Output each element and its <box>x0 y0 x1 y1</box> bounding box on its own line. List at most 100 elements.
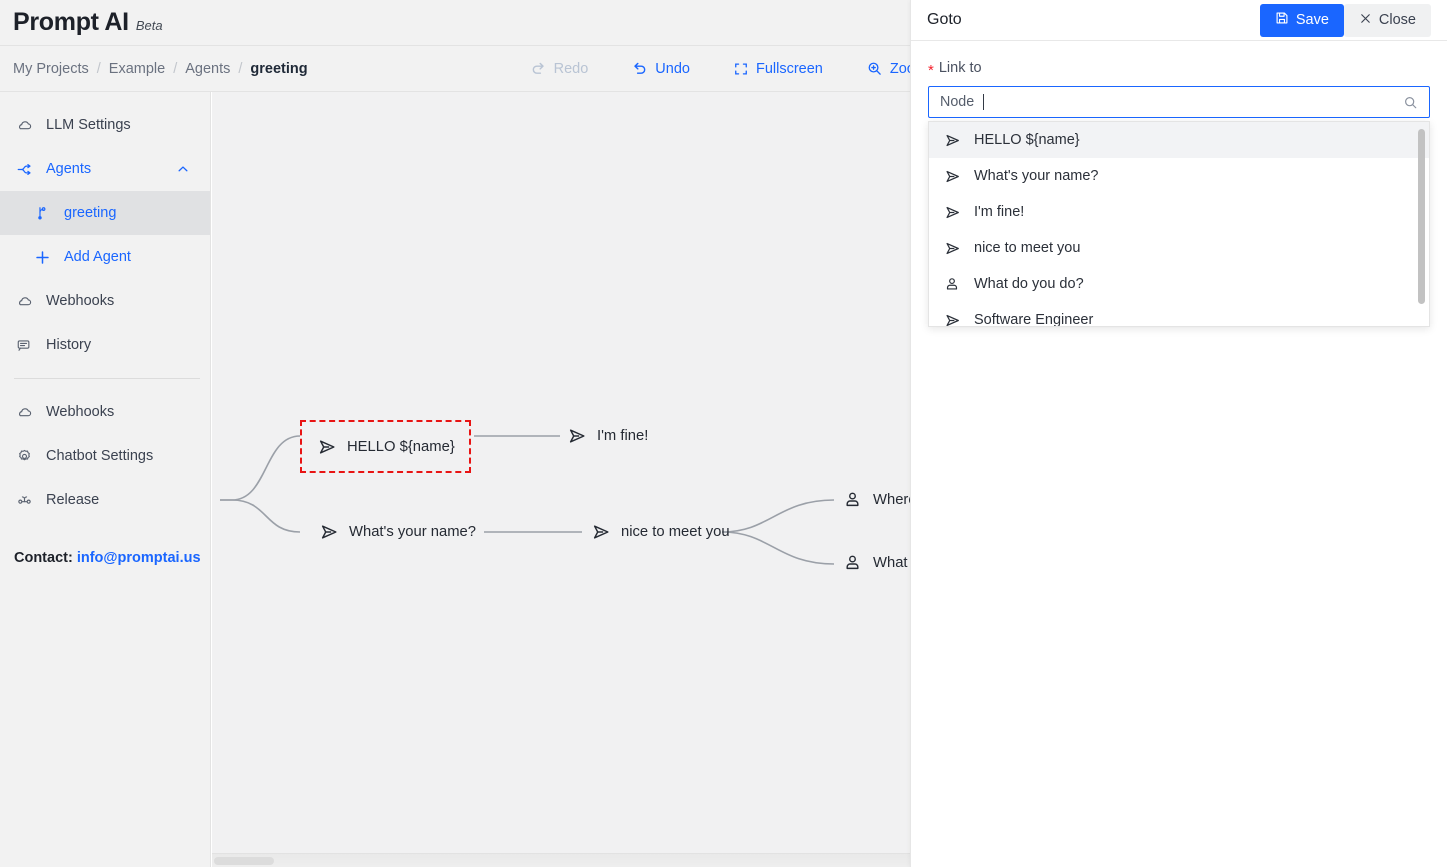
canvas-scrollbar-thumb[interactable] <box>214 857 274 865</box>
flow-node-label: nice to meet you <box>621 523 730 540</box>
user-node-icon <box>842 552 863 573</box>
dropdown-option-label: HELLO ${name} <box>974 132 1080 148</box>
node-options-dropdown[interactable]: HELLO ${name} What's your name? I'm fine… <box>928 121 1430 327</box>
sidebar-item-llm-settings[interactable]: LLM Settings <box>0 103 210 147</box>
sidebar-item-label: Chatbot Settings <box>46 448 154 464</box>
link-to-label: * Link to <box>928 60 1430 79</box>
dropdown-option-nice-to-meet-you[interactable]: nice to meet you <box>929 230 1429 266</box>
node-search-input[interactable]: Node <box>928 86 1430 118</box>
beta-badge: Beta <box>135 18 163 33</box>
send-node-icon <box>943 239 961 257</box>
breadcrumb-item-agents[interactable]: Agents <box>185 61 230 77</box>
save-label: Save <box>1295 12 1329 28</box>
sidebar-item-greeting[interactable]: greeting <box>0 191 210 235</box>
sidebar-item-add-agent[interactable]: Add Agent <box>0 235 210 279</box>
dropdown-option-hello[interactable]: HELLO ${name} <box>929 122 1429 158</box>
search-icon[interactable] <box>1403 95 1418 110</box>
breadcrumb-separator: / <box>238 60 243 77</box>
sidebar-item-label: LLM Settings <box>46 117 131 133</box>
breadcrumb-separator: / <box>173 60 178 77</box>
branch-icon <box>34 205 51 222</box>
sidebar-item-label: Add Agent <box>64 249 131 265</box>
breadcrumb: My Projects / Example / Agents / greetin… <box>0 61 308 77</box>
history-chat-icon <box>16 337 33 354</box>
flow-node-label: HELLO ${name} <box>347 438 455 455</box>
dropdown-scrollbar[interactable] <box>1418 125 1427 325</box>
redo-button[interactable]: Redo <box>531 61 588 77</box>
goto-panel-header: Goto Save Close <box>911 0 1447 41</box>
cloud-icon <box>16 404 33 421</box>
undo-button[interactable]: Undo <box>632 61 690 77</box>
sidebar-item-webhooks[interactable]: Webhooks <box>0 279 210 323</box>
zoom-in-icon <box>867 61 882 76</box>
dropdown-option-label: What's your name? <box>974 168 1099 184</box>
dropdown-option-label: nice to meet you <box>974 240 1081 256</box>
save-button[interactable]: Save <box>1259 3 1344 37</box>
flow-node-im-fine[interactable]: I'm fine! <box>564 422 650 449</box>
sidebar-item-history[interactable]: History <box>0 323 210 367</box>
flow-node-label: What <box>873 554 908 571</box>
user-node-icon <box>943 275 961 293</box>
send-node-icon <box>943 131 961 149</box>
chevron-up-icon[interactable] <box>176 162 190 176</box>
fullscreen-icon <box>734 62 748 76</box>
breadcrumb-item-greeting[interactable]: greeting <box>250 61 307 77</box>
sidebar-item-label: Webhooks <box>46 293 115 309</box>
goto-panel-title: Goto <box>927 11 962 28</box>
undo-icon <box>632 61 647 76</box>
flow-node-what[interactable]: What <box>840 549 910 576</box>
goto-panel-actions: Save Close <box>1259 3 1431 37</box>
breadcrumb-separator: / <box>96 60 101 77</box>
sidebar-item-webhooks-2[interactable]: Webhooks <box>0 390 210 434</box>
agents-fork-icon <box>16 161 33 178</box>
dropdown-option-label: What do you do? <box>974 276 1084 292</box>
breadcrumb-item-example[interactable]: Example <box>109 61 165 77</box>
flow-node-label: What's your name? <box>349 523 477 540</box>
close-x-icon <box>1359 12 1372 29</box>
sidebar-item-label: Release <box>46 492 100 508</box>
canvas-toolbar: Redo Undo Fullscreen Zoom <box>531 61 927 77</box>
fullscreen-button[interactable]: Fullscreen <box>734 61 823 77</box>
required-asterisk: * <box>928 61 934 79</box>
dropdown-option-what-do-you-do[interactable]: What do you do? <box>929 266 1429 302</box>
sidebar-item-label: History <box>46 337 92 353</box>
breadcrumb-item-my-projects[interactable]: My Projects <box>13 61 89 77</box>
gear-icon <box>16 448 33 465</box>
brand: Prompt AI Beta <box>0 8 163 37</box>
close-button[interactable]: Close <box>1343 3 1431 37</box>
dropdown-option-label: Software Engineer <box>974 312 1094 327</box>
send-node-icon <box>943 203 961 221</box>
sidebar-item-label: Webhooks <box>46 404 115 420</box>
app-root: Prompt AI Beta My Projects / Example / A… <box>0 0 1447 867</box>
sidebar-item-chatbot-settings[interactable]: Chatbot Settings <box>0 434 210 478</box>
sidebar: LLM Settings Agents greeting Add Agent W… <box>0 92 211 867</box>
release-rocket-icon <box>16 492 33 509</box>
contact-email-link[interactable]: info@promptai.us <box>77 550 201 566</box>
flow-node-where[interactable]: Where <box>840 486 919 513</box>
flow-node-whats-your-name[interactable]: What's your name? <box>316 518 478 545</box>
cloud-icon <box>16 293 33 310</box>
contact-prefix: Contact: <box>14 550 73 566</box>
dropdown-option-whats-your-name[interactable]: What's your name? <box>929 158 1429 194</box>
dropdown-option-software-engineer[interactable]: Software Engineer <box>929 302 1429 327</box>
save-disk-icon <box>1275 11 1289 29</box>
flow-node-nice-to-meet-you[interactable]: nice to meet you <box>588 518 732 545</box>
send-node-icon <box>943 167 961 185</box>
sidebar-item-release[interactable]: Release <box>0 478 210 522</box>
fullscreen-label: Fullscreen <box>755 60 823 77</box>
send-node-icon <box>566 425 587 446</box>
plus-icon <box>34 249 51 266</box>
send-node-icon <box>316 436 337 457</box>
send-node-icon <box>590 521 611 542</box>
user-node-icon <box>842 489 863 510</box>
sidebar-item-label: greeting <box>64 205 117 221</box>
node-search-prefix: Node <box>940 94 975 110</box>
sidebar-item-agents[interactable]: Agents <box>0 147 210 191</box>
sidebar-divider <box>14 378 200 379</box>
dropdown-scrollbar-thumb[interactable] <box>1418 129 1425 304</box>
app-title: Prompt AI <box>13 8 129 36</box>
send-node-icon <box>318 521 339 542</box>
dropdown-option-label: I'm fine! <box>974 204 1025 220</box>
dropdown-option-im-fine[interactable]: I'm fine! <box>929 194 1429 230</box>
flow-node-hello[interactable]: HELLO ${name} <box>300 420 471 473</box>
